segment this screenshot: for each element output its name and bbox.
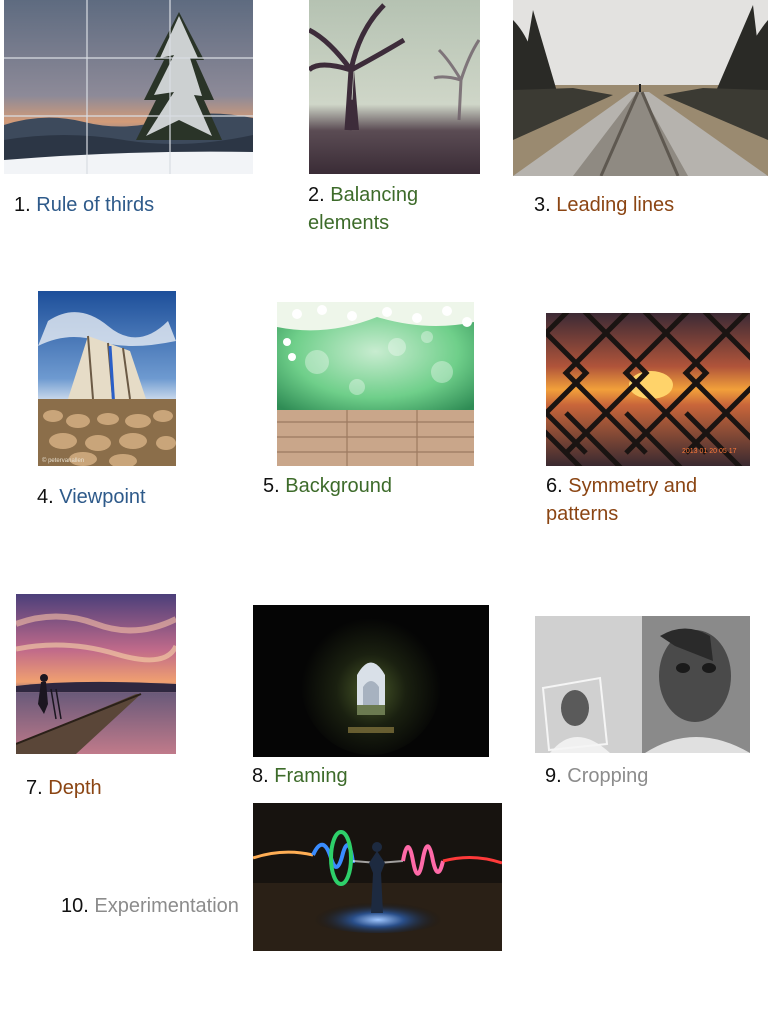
background-photo — [277, 302, 474, 466]
framing-photo — [253, 605, 489, 757]
viewpoint-photo: © petervanallen — [38, 291, 176, 466]
caption-background: 5. Background — [263, 475, 392, 497]
caption-experimentation: 10. Experimentation — [61, 895, 239, 917]
balancing-elements-photo — [309, 0, 480, 174]
caption-framing: 8. Framing — [252, 765, 348, 787]
caption-depth: 7. Depth — [26, 777, 102, 799]
experimentation-photo — [253, 803, 502, 951]
caption-symmetry-patterns: 6. Symmetry and patterns — [546, 475, 698, 525]
symmetry-watermark: 2013 01 20 05 17 — [682, 448, 737, 455]
caption-viewpoint: 4. Viewpoint — [37, 486, 146, 508]
cropping-photo — [535, 616, 750, 753]
caption-cropping: 9. Cropping — [545, 765, 649, 787]
depth-photo — [16, 594, 176, 754]
symmetry-patterns-photo: 2013 01 20 05 17 — [546, 313, 750, 466]
caption-leading-lines: 3. Leading lines — [534, 194, 675, 216]
rule-of-thirds-photo — [4, 0, 253, 174]
caption-rule-of-thirds: 1. Rule of thirds — [14, 194, 155, 216]
caption-balancing-elements: 2. Balancing elements — [308, 184, 419, 234]
viewpoint-watermark: © petervanallen — [42, 457, 84, 464]
leading-lines-photo — [513, 0, 768, 176]
